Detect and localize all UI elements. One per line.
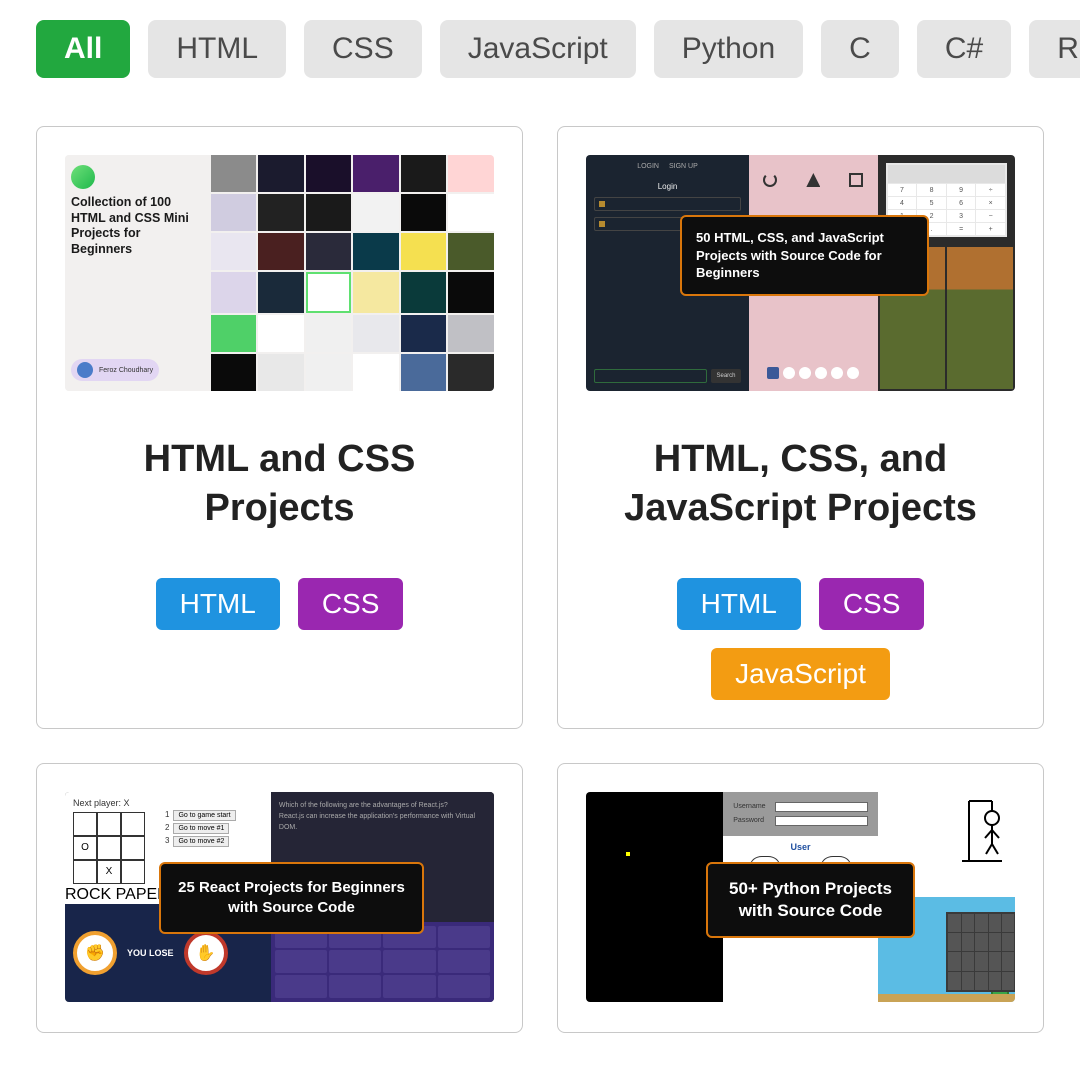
social-icon	[767, 367, 779, 379]
filter-bar: All HTML CSS JavaScript Python C C# Reac…	[36, 20, 1044, 78]
filter-python[interactable]: Python	[654, 20, 803, 78]
tag-javascript[interactable]: JavaScript	[711, 648, 890, 700]
card-thumbnail: LOGINSIGN UP Login Search 78	[586, 155, 1015, 391]
tag-html[interactable]: HTML	[677, 578, 801, 630]
thumb-overlay-text: 25 React Projects for Beginners with Sou…	[159, 862, 424, 935]
author-name: Feroz Choudhary	[99, 367, 153, 374]
thumb-overlay-text: 50 HTML, CSS, and JavaScript Projects wi…	[680, 215, 929, 296]
tag-css[interactable]: CSS	[819, 578, 925, 630]
filter-react[interactable]: React	[1029, 20, 1080, 78]
filter-html[interactable]: HTML	[148, 20, 286, 78]
logo-icon	[71, 165, 95, 189]
filter-javascript[interactable]: JavaScript	[440, 20, 636, 78]
card-title: HTML, CSS, and JavaScript Projects	[586, 435, 1015, 534]
thumb-login-label: Login	[594, 182, 741, 191]
social-icon	[799, 367, 811, 379]
move-button: Go to move #2	[173, 836, 229, 847]
avatar-icon	[77, 362, 93, 378]
social-icon	[815, 367, 827, 379]
login-form-icon: Username Password	[723, 792, 877, 836]
rock-icon: ✊	[73, 931, 117, 975]
collage-grid	[211, 155, 494, 391]
tictactoe-icon: O X	[73, 812, 145, 884]
move-button: Go to move #1	[173, 823, 229, 834]
password-label: Password	[733, 817, 771, 824]
tag-css[interactable]: CSS	[298, 578, 404, 630]
author-badge: Feroz Choudhary	[71, 359, 159, 381]
project-card[interactable]: Collection of 100 HTML and CSS Mini Proj…	[36, 126, 523, 729]
card-thumbnail: Collection of 100 HTML and CSS Mini Proj…	[65, 155, 494, 391]
card-thumbnail: Next player: X O X 1Go to game start 2Go…	[65, 792, 494, 1002]
square-icon	[849, 173, 863, 187]
snake-game-icon	[586, 792, 723, 1002]
project-card[interactable]: Next player: X O X 1Go to game start 2Go…	[36, 763, 523, 1033]
social-icon	[783, 367, 795, 379]
tag-html[interactable]: HTML	[156, 578, 280, 630]
circle-icon	[763, 173, 777, 187]
filter-csharp[interactable]: C#	[917, 20, 1011, 78]
username-label: Username	[733, 803, 771, 810]
project-card[interactable]: LOGINSIGN UP Login Search 78	[557, 126, 1044, 729]
card-title: HTML and CSS Projects	[65, 435, 494, 534]
filter-css[interactable]: CSS	[304, 20, 422, 78]
next-player-label: Next player: X	[65, 792, 271, 810]
move-button: Go to game start	[173, 810, 235, 821]
calculator-icon	[946, 912, 1015, 992]
social-icon	[847, 367, 859, 379]
thumb-caption: Collection of 100 HTML and CSS Mini Proj…	[71, 195, 205, 258]
filter-all[interactable]: All	[36, 20, 130, 78]
card-thumbnail: Username Password User You Win This Game…	[586, 792, 1015, 1002]
move-list: 1Go to game start 2Go to move #1 3Go to …	[165, 810, 236, 849]
thumb-search-label: Search	[711, 369, 741, 383]
tag-list: HTML CSS	[65, 578, 494, 630]
user-label: User	[729, 842, 871, 852]
thumb-overlay-text: 50+ Python Projects with Source Code	[706, 862, 915, 938]
project-card[interactable]: Username Password User You Win This Game…	[557, 763, 1044, 1033]
lose-text: YOU LOSE	[127, 948, 174, 958]
project-grid: Collection of 100 HTML and CSS Mini Proj…	[36, 126, 1044, 1033]
paper-icon: ✋	[184, 931, 228, 975]
triangle-icon	[806, 173, 820, 187]
tag-list: HTML CSS JavaScript	[586, 578, 1015, 700]
social-icon	[831, 367, 843, 379]
filter-c[interactable]: C	[821, 20, 899, 78]
